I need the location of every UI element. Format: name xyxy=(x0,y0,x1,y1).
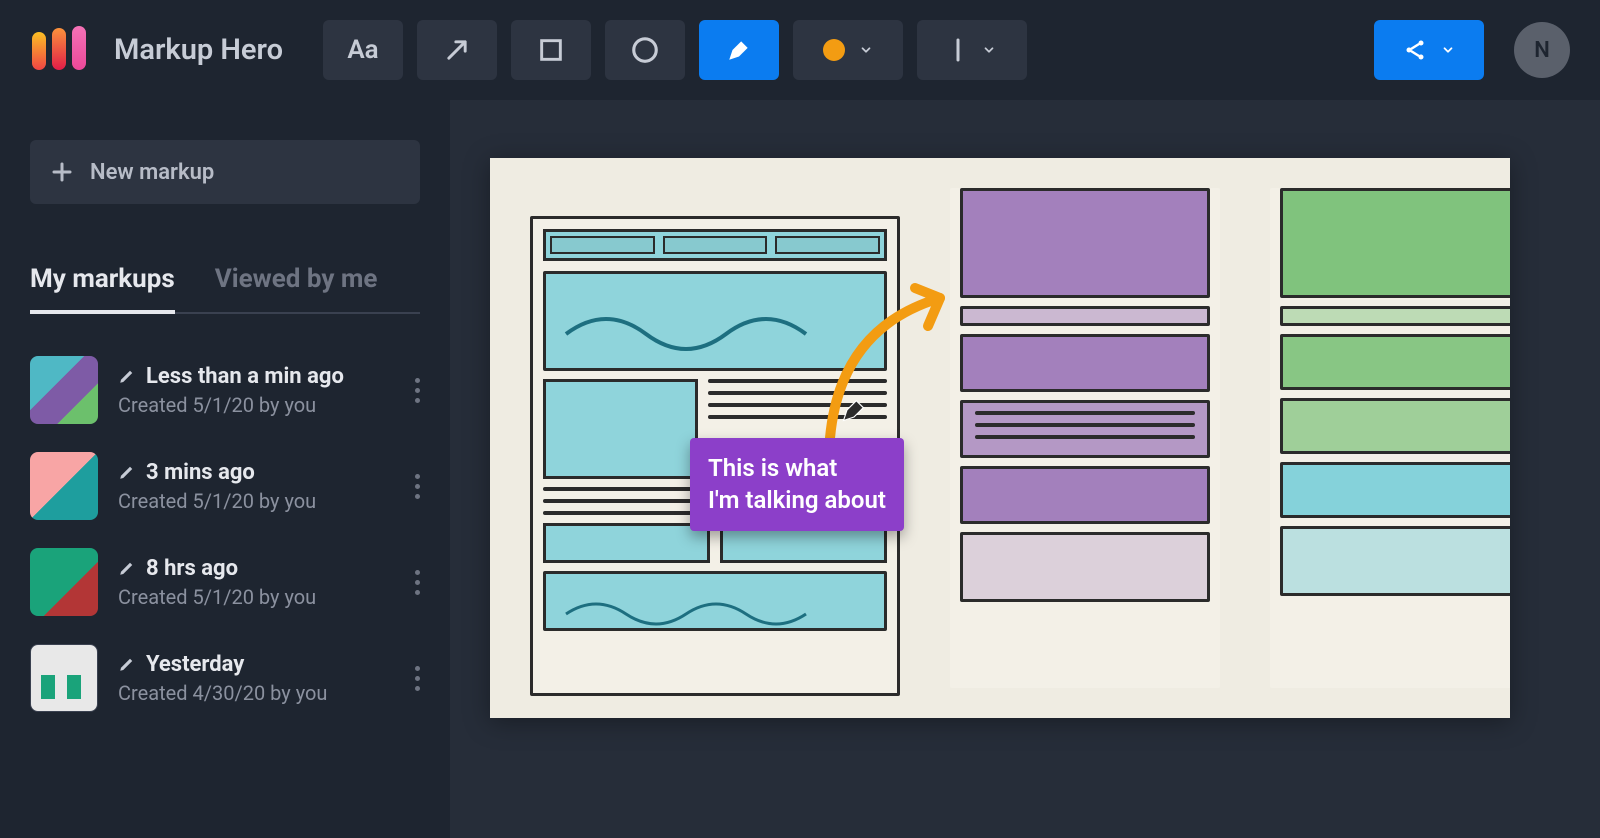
pen-icon xyxy=(118,655,136,673)
text-tool-button[interactable]: Aa xyxy=(323,20,403,80)
avatar[interactable]: N xyxy=(1514,22,1570,78)
tab-my-markups[interactable]: My markups xyxy=(30,264,175,312)
item-title: Less than a min ago xyxy=(146,364,344,389)
markups-list: Less than a min ago Created 5/1/20 by yo… xyxy=(30,342,420,726)
list-item[interactable]: Less than a min ago Created 5/1/20 by yo… xyxy=(30,342,420,438)
wireframe-sketch xyxy=(950,188,1220,688)
thumbnail xyxy=(30,356,98,424)
chevron-down-icon xyxy=(1441,43,1455,57)
list-item[interactable]: Yesterday Created 4/30/20 by you xyxy=(30,630,420,726)
new-markup-label: New markup xyxy=(90,160,214,185)
pen-icon xyxy=(118,463,136,481)
item-menu-button[interactable] xyxy=(415,570,420,595)
item-title: Yesterday xyxy=(146,652,244,677)
thumbnail xyxy=(30,548,98,616)
avatar-initial: N xyxy=(1534,38,1550,63)
chevron-down-icon xyxy=(982,43,996,57)
item-meta: Created 5/1/20 by you xyxy=(118,585,316,609)
item-menu-button[interactable] xyxy=(415,666,420,691)
circle-icon xyxy=(630,35,660,65)
stroke-icon xyxy=(948,38,968,62)
app-title: Markup Hero xyxy=(114,33,283,67)
canvas-area: This is what I'm talking about xyxy=(450,100,1600,838)
item-meta: Created 4/30/20 by you xyxy=(118,681,327,705)
text-annotation[interactable]: This is what I'm talking about xyxy=(690,438,904,531)
stroke-width-button[interactable] xyxy=(917,20,1027,80)
item-title: 8 hrs ago xyxy=(146,556,238,581)
thumbnail xyxy=(30,452,98,520)
tab-viewed-by-me[interactable]: Viewed by me xyxy=(215,264,378,312)
color-swatch-icon xyxy=(823,39,845,61)
text-icon: Aa xyxy=(347,35,378,65)
ellipse-tool-button[interactable] xyxy=(605,20,685,80)
list-item[interactable]: 3 mins ago Created 5/1/20 by you xyxy=(30,438,420,534)
share-button[interactable] xyxy=(1374,20,1484,80)
wireframe-sketch xyxy=(1270,188,1510,688)
markup-canvas[interactable]: This is what I'm talking about xyxy=(490,158,1510,718)
logo-mark-icon xyxy=(30,26,94,74)
share-icon xyxy=(1403,38,1427,62)
arrow-tool-button[interactable] xyxy=(417,20,497,80)
item-menu-button[interactable] xyxy=(415,378,420,403)
item-meta: Created 5/1/20 by you xyxy=(118,489,316,513)
pen-icon xyxy=(726,37,752,63)
square-icon xyxy=(537,36,565,64)
plus-icon xyxy=(50,160,74,184)
pen-cursor-icon xyxy=(840,396,868,424)
item-title: 3 mins ago xyxy=(146,460,255,485)
toolbar: Aa xyxy=(323,20,1027,80)
thumbnail xyxy=(30,644,98,712)
logo[interactable]: Markup Hero xyxy=(30,26,283,74)
item-meta: Created 5/1/20 by you xyxy=(118,393,344,417)
new-markup-button[interactable]: New markup xyxy=(30,140,420,204)
list-item[interactable]: 8 hrs ago Created 5/1/20 by you xyxy=(30,534,420,630)
pen-icon xyxy=(118,559,136,577)
pen-tool-button[interactable] xyxy=(699,20,779,80)
rectangle-tool-button[interactable] xyxy=(511,20,591,80)
color-picker-button[interactable] xyxy=(793,20,903,80)
sidebar-tabs: My markups Viewed by me xyxy=(30,264,420,314)
header: Markup Hero Aa xyxy=(0,0,1600,100)
item-menu-button[interactable] xyxy=(415,474,420,499)
chevron-down-icon xyxy=(859,43,873,57)
pen-icon xyxy=(118,367,136,385)
arrow-icon xyxy=(443,36,471,64)
sidebar: New markup My markups Viewed by me xyxy=(0,100,450,838)
